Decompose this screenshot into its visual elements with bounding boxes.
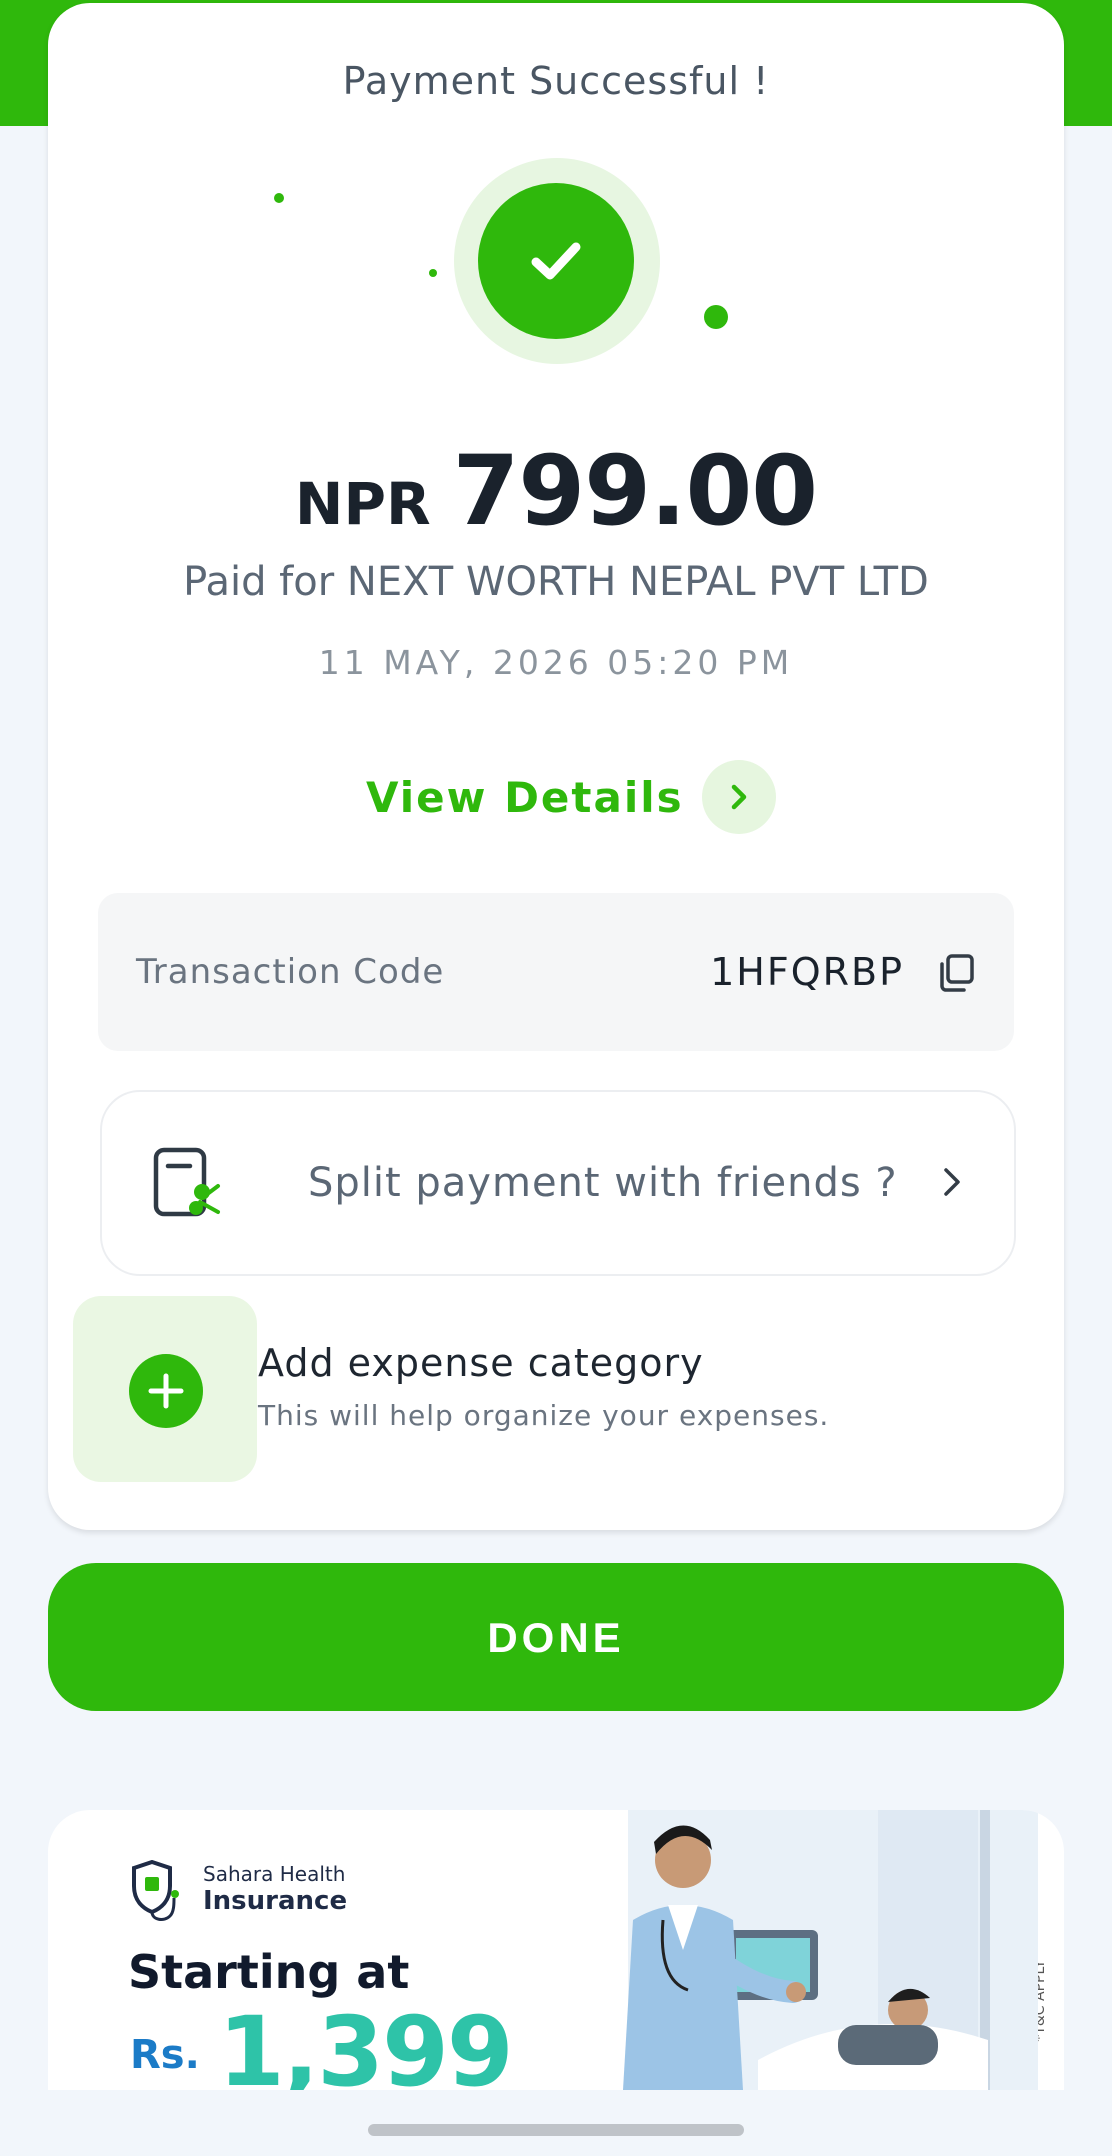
done-button[interactable]: DONE xyxy=(48,1563,1064,1711)
confetti-dot xyxy=(429,269,437,277)
view-details-button[interactable]: View Details xyxy=(366,759,776,835)
payment-amount: NPR 799.00 xyxy=(48,435,1064,547)
transaction-code-label: Transaction Code xyxy=(136,952,445,992)
brand-name-line1: Sahara Health xyxy=(203,1862,346,1886)
copy-icon[interactable] xyxy=(936,953,976,993)
insurance-ad-banner[interactable]: Sahara Health Insurance Starting at Rs. … xyxy=(48,1810,1064,2090)
add-expense-button[interactable] xyxy=(129,1354,203,1428)
confetti-dot xyxy=(704,305,728,329)
payment-success-card: Payment Successful ! NPR 799.00 Paid for … xyxy=(48,3,1064,1530)
doctor-patient-illustration xyxy=(623,1810,1038,2090)
banner-headline: Starting at xyxy=(128,1945,410,1999)
split-payment-button[interactable]: Split payment with friends ? xyxy=(100,1090,1016,1276)
payment-datetime: 11 MAY, 2026 05:20 PM xyxy=(318,643,794,682)
home-indicator[interactable] xyxy=(368,2124,744,2136)
shield-stethoscope-icon xyxy=(128,1859,184,1924)
brand-name-line2: Insurance xyxy=(203,1886,348,1916)
amount-value: 799.00 xyxy=(452,435,818,547)
chevron-right-icon xyxy=(940,1164,964,1204)
add-expense-subtitle: This will help organize your expenses. xyxy=(258,1399,830,1432)
split-payment-label: Split payment with friends ? xyxy=(308,1160,898,1206)
banner-price: 1,399 xyxy=(218,1996,514,2090)
confetti-dot xyxy=(274,193,284,203)
chevron-right-icon xyxy=(701,760,776,834)
add-expense-title[interactable]: Add expense category xyxy=(258,1341,704,1385)
banner-currency: Rs. xyxy=(130,2032,200,2078)
view-details-label: View Details xyxy=(366,772,684,822)
page-title: Payment Successful ! xyxy=(342,59,770,103)
paid-for-text: Paid for NEXT WORTH NEPAL PVT LTD xyxy=(183,559,929,605)
transaction-code-row: Transaction Code 1HFQRBP xyxy=(98,893,1014,1051)
success-check-icon xyxy=(478,183,634,339)
split-bill-icon xyxy=(152,1146,232,1226)
currency-label: NPR xyxy=(294,470,431,538)
transaction-code-value: 1HFQRBP xyxy=(710,950,904,994)
